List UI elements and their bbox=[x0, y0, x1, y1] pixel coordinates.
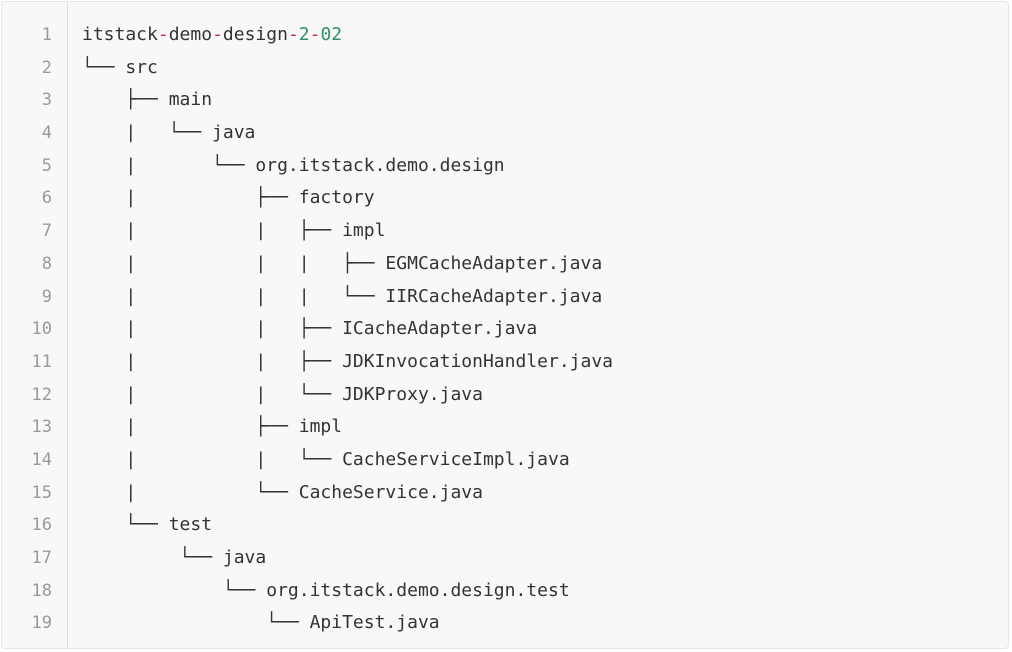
line-number: 4 bbox=[41, 123, 52, 144]
line-number: 9 bbox=[41, 286, 52, 307]
line-text: | | └── CacheServiceImpl.java bbox=[82, 448, 570, 470]
line-number: 17 bbox=[31, 548, 52, 568]
line-number: 5 bbox=[41, 155, 52, 176]
line-text: └── java bbox=[82, 547, 267, 568]
line-number: 16 bbox=[31, 515, 52, 536]
code-line: 9 | | | └── IIRCacheAdapter.java bbox=[2, 281, 1008, 314]
line-text: | | ├── ICacheAdapter.java bbox=[82, 318, 538, 340]
code-line: 6 | ├── factory bbox=[2, 182, 1008, 215]
line-text: | | ├── JDKInvocationHandler.java bbox=[82, 350, 614, 372]
line-text: itstack-demo-design-2-02 bbox=[82, 19, 342, 52]
line-text: | | | └── IIRCacheAdapter.java bbox=[82, 285, 603, 307]
code-line: 14 | | └── CacheServiceImpl.java bbox=[2, 444, 1008, 477]
line-text: | | └── JDKProxy.java bbox=[82, 383, 483, 405]
title-token: demo bbox=[168, 24, 213, 45]
line-text: | └── CacheService.java bbox=[82, 481, 483, 503]
title-token: itstack bbox=[82, 24, 158, 45]
code-line: 5 | └── org.itstack.demo.design bbox=[2, 150, 1008, 183]
code-line: 13 | ├── impl bbox=[2, 411, 1008, 444]
code-line: 2 └── src bbox=[2, 52, 1008, 85]
line-text: └── ApiTest.java bbox=[82, 612, 440, 634]
line-number: 15 bbox=[31, 482, 52, 503]
title-token: - bbox=[157, 24, 169, 45]
title-token: 2 bbox=[298, 24, 310, 45]
code-lines: 1 itstack-demo-design-2-02 2 └── src 3 ├── m… bbox=[2, 19, 1008, 640]
line-number: 1 bbox=[41, 25, 52, 45]
code-line: 8 | | | ├── EGMCacheAdapter.java bbox=[2, 248, 1008, 281]
line-text: | └── java bbox=[82, 122, 256, 144]
line-text: | └── org.itstack.demo.design bbox=[82, 154, 505, 176]
code-line: 7 | | ├── impl bbox=[2, 215, 1008, 248]
line-number: 2 bbox=[41, 57, 52, 78]
line-number: 12 bbox=[31, 384, 52, 405]
line-text: | | ├── impl bbox=[82, 220, 386, 242]
code-line: 15 | └── CacheService.java bbox=[2, 477, 1008, 510]
code-line: 4 | └── java bbox=[2, 117, 1008, 150]
line-number: 11 bbox=[31, 351, 52, 372]
line-text: └── org.itstack.demo.design.test bbox=[82, 579, 570, 601]
title-token: - bbox=[212, 24, 223, 45]
line-text: | ├── factory bbox=[82, 187, 375, 209]
code-block: 1 itstack-demo-design-2-02 2 └── src 3 ├── m… bbox=[1, 1, 1009, 649]
line-text: ├── main bbox=[82, 89, 213, 111]
title-token: - bbox=[309, 24, 321, 45]
line-text: └── test bbox=[82, 514, 213, 536]
line-number: 7 bbox=[41, 221, 52, 242]
line-number: 10 bbox=[31, 319, 52, 340]
line-number: 18 bbox=[31, 580, 52, 601]
line-text: | ├── impl bbox=[82, 416, 343, 438]
code-line: 18 └── org.itstack.demo.design.test bbox=[2, 575, 1008, 608]
line-number: 13 bbox=[31, 417, 52, 438]
code-line: 11 | | ├── JDKInvocationHandler.java bbox=[2, 346, 1008, 379]
line-text: └── src bbox=[82, 56, 158, 78]
code-line: 19 └── ApiTest.java bbox=[2, 607, 1008, 640]
code-line: 1 itstack-demo-design-2-02 bbox=[2, 19, 1008, 52]
code-line: 17 └── java bbox=[2, 542, 1008, 575]
line-text: | | | ├── EGMCacheAdapter.java bbox=[82, 252, 603, 274]
code-line: 10 | | ├── ICacheAdapter.java bbox=[2, 313, 1008, 346]
code-line: 16 └── test bbox=[2, 509, 1008, 542]
line-number: 14 bbox=[31, 449, 52, 470]
line-number: 8 bbox=[41, 253, 52, 274]
title-token: 02 bbox=[320, 24, 343, 45]
line-number: 6 bbox=[41, 188, 52, 209]
title-token: - bbox=[287, 24, 299, 45]
line-number: 19 bbox=[31, 613, 52, 634]
code-line: 3 ├── main bbox=[2, 84, 1008, 117]
title-token: design bbox=[222, 24, 288, 45]
line-number: 3 bbox=[41, 90, 52, 111]
code-line: 12 | | └── JDKProxy.java bbox=[2, 379, 1008, 412]
